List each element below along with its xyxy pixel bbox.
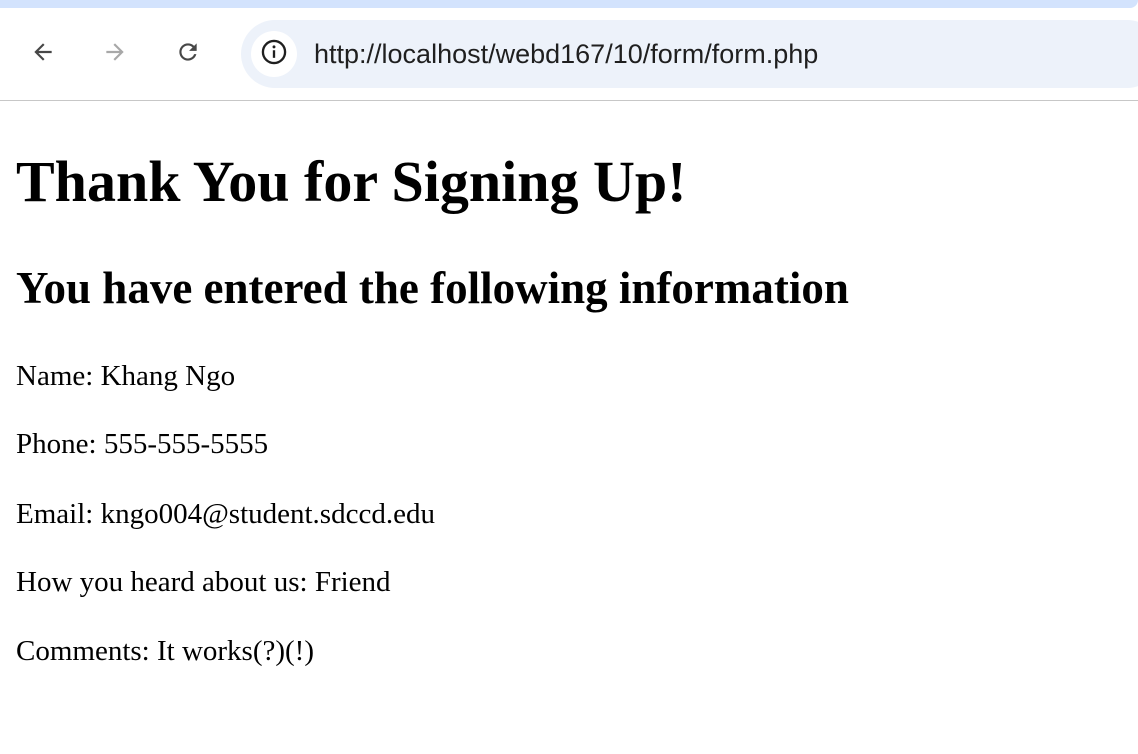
field-value: Khang Ngo (100, 360, 236, 392)
info-line-phone: Phone: 555-555-5555 (16, 427, 268, 461)
window-top-strip (0, 0, 1138, 8)
back-button[interactable] (23, 34, 63, 74)
forward-button[interactable] (95, 34, 135, 74)
info-line-comments: Comments: It works(?)(!) (16, 634, 314, 668)
field-label: Name: (16, 360, 94, 392)
browser-toolbar: http://localhost/webd167/10/form/form.ph… (0, 8, 1138, 101)
field-value: 555-555-5555 (103, 428, 269, 460)
arrow-left-icon (30, 39, 56, 70)
page-subtitle: You have entered the following informati… (16, 263, 849, 313)
reload-icon (175, 39, 201, 70)
field-value: kngo004@student.sdccd.edu (100, 498, 435, 530)
reload-button[interactable] (168, 34, 208, 74)
field-label: Phone: (16, 428, 97, 460)
arrow-right-icon (102, 39, 128, 70)
field-label: Email: (16, 498, 94, 530)
info-line-name: Name: Khang Ngo (16, 359, 235, 393)
info-icon (260, 38, 288, 71)
site-info-button[interactable] (251, 31, 297, 77)
url-text[interactable]: http://localhost/webd167/10/form/form.ph… (314, 20, 818, 88)
info-line-email: Email: kngo004@student.sdccd.edu (16, 497, 435, 531)
page-title: Thank You for Signing Up! (16, 149, 687, 214)
field-label: How you heard about us: (16, 566, 308, 598)
field-value: Friend (314, 566, 391, 598)
field-value: It works(?)(!) (156, 635, 314, 667)
address-bar[interactable]: http://localhost/webd167/10/form/form.ph… (241, 20, 1138, 88)
field-label: Comments: (16, 635, 150, 667)
info-line-referral: How you heard about us: Friend (16, 565, 391, 599)
